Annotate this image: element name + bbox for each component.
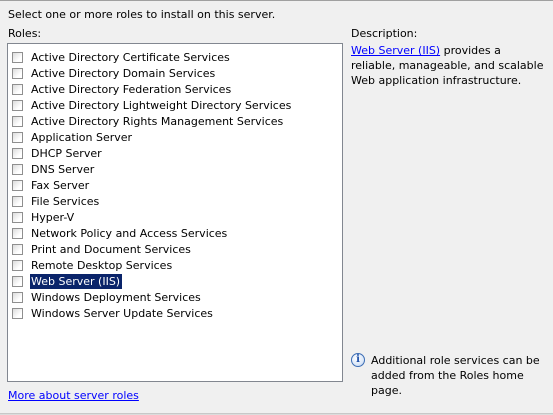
more-about-server-roles-link[interactable]: More about server roles xyxy=(8,389,139,402)
role-label[interactable]: Windows Server Update Services xyxy=(30,306,215,321)
role-checkbox[interactable] xyxy=(12,131,23,143)
role-item[interactable]: Web Server (IIS) xyxy=(12,272,124,290)
role-label[interactable]: Hyper-V xyxy=(30,210,76,225)
role-checkbox[interactable] xyxy=(12,179,23,191)
role-checkbox[interactable] xyxy=(12,227,23,239)
role-item[interactable]: Active Directory Lightweight Directory S… xyxy=(12,97,293,113)
role-item[interactable]: Application Server xyxy=(12,129,134,145)
role-checkbox[interactable] xyxy=(12,275,23,287)
instruction-text: Select one or more roles to install on t… xyxy=(8,8,276,21)
role-item[interactable]: Windows Server Update Services xyxy=(12,305,215,321)
role-item[interactable]: Windows Deployment Services xyxy=(12,289,203,305)
role-item[interactable]: Active Directory Rights Management Servi… xyxy=(12,113,285,129)
role-item[interactable]: Print and Document Services xyxy=(12,241,193,257)
role-label[interactable]: Print and Document Services xyxy=(30,242,193,257)
roles-list[interactable]: Active Directory Certificate Services Act… xyxy=(7,43,343,382)
role-label[interactable]: Active Directory Lightweight Directory S… xyxy=(30,98,293,113)
role-item[interactable]: File Services xyxy=(12,193,101,209)
role-label[interactable]: Windows Deployment Services xyxy=(30,290,203,305)
role-checkbox[interactable] xyxy=(12,243,23,255)
role-item[interactable]: Active Directory Federation Services xyxy=(12,81,233,97)
role-checkbox[interactable] xyxy=(12,83,23,95)
role-checkbox[interactable] xyxy=(12,99,23,111)
role-checkbox[interactable] xyxy=(12,307,23,319)
role-item[interactable]: DHCP Server xyxy=(12,145,104,161)
role-label[interactable]: Active Directory Federation Services xyxy=(30,82,233,97)
description-text: Web Server (IIS) provides a reliable, ma… xyxy=(351,43,547,88)
role-label[interactable]: Active Directory Domain Services xyxy=(30,66,217,81)
info-icon: i xyxy=(351,353,365,367)
info-text: Additional role services can be added fr… xyxy=(371,354,540,397)
role-label[interactable]: Application Server xyxy=(30,130,134,145)
role-checkbox[interactable] xyxy=(12,259,23,271)
role-checkbox[interactable] xyxy=(12,67,23,79)
role-item[interactable]: Network Policy and Access Services xyxy=(12,225,229,241)
role-item[interactable]: DNS Server xyxy=(12,161,96,177)
role-checkbox[interactable] xyxy=(12,163,23,175)
role-checkbox[interactable] xyxy=(12,115,23,127)
role-label[interactable]: Active Directory Certificate Services xyxy=(30,50,232,65)
role-checkbox[interactable] xyxy=(12,291,23,303)
role-label[interactable]: Fax Server xyxy=(30,178,91,193)
role-label[interactable]: DNS Server xyxy=(30,162,96,177)
roles-label: Roles: xyxy=(8,27,42,40)
description-role-link[interactable]: Web Server (IIS) xyxy=(351,44,440,57)
role-checkbox[interactable] xyxy=(12,211,23,223)
role-label[interactable]: Active Directory Rights Management Servi… xyxy=(30,114,285,129)
description-heading: Description: xyxy=(351,27,418,40)
role-checkbox[interactable] xyxy=(12,147,23,159)
role-checkbox[interactable] xyxy=(12,195,23,207)
role-label[interactable]: File Services xyxy=(30,194,101,209)
role-item[interactable]: Active Directory Certificate Services xyxy=(12,49,232,65)
window-top-border xyxy=(0,0,553,1)
role-label[interactable]: Network Policy and Access Services xyxy=(30,226,229,241)
role-item[interactable]: Hyper-V xyxy=(12,209,76,225)
role-label[interactable]: Web Server (IIS) xyxy=(28,272,124,290)
role-label[interactable]: DHCP Server xyxy=(30,146,104,161)
role-item[interactable]: Fax Server xyxy=(12,177,91,193)
role-label[interactable]: Remote Desktop Services xyxy=(30,258,174,273)
role-item[interactable]: Active Directory Domain Services xyxy=(12,65,217,81)
role-item[interactable]: Remote Desktop Services xyxy=(12,257,174,273)
role-checkbox[interactable] xyxy=(12,51,23,63)
